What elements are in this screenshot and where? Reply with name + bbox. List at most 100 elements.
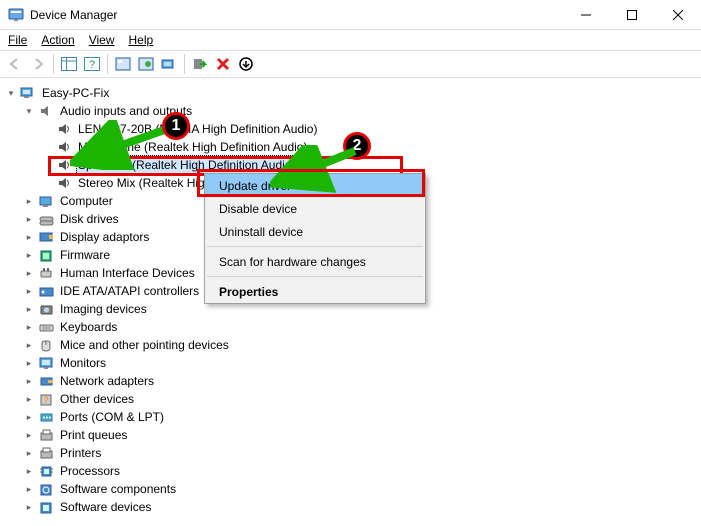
tree-category[interactable]: ▸ Mice and other pointing devices — [4, 336, 697, 354]
tree-category-label: Disk drives — [58, 210, 121, 228]
tree-category[interactable]: ▸ Keyboards — [4, 318, 697, 336]
close-button[interactable] — [655, 0, 701, 29]
tree-category[interactable]: ▸ Processors — [4, 462, 697, 480]
category-icon — [38, 193, 54, 209]
expand-icon[interactable]: ▸ — [22, 248, 36, 262]
speaker-icon — [38, 103, 54, 119]
expand-icon[interactable]: ▸ — [22, 230, 36, 244]
expand-icon[interactable]: ▸ — [22, 374, 36, 388]
expand-icon[interactable]: ▸ — [22, 266, 36, 280]
show-hide-tree-button[interactable] — [58, 53, 80, 75]
tree-category-label: Processors — [58, 462, 122, 480]
expand-icon[interactable]: ▸ — [22, 464, 36, 478]
toolbar-separator — [184, 54, 185, 74]
context-menu-uninstall-device[interactable]: Uninstall device — [205, 220, 425, 243]
expand-icon[interactable]: ▸ — [22, 482, 36, 496]
context-menu-item-label: Uninstall device — [219, 225, 303, 239]
category-icon — [38, 337, 54, 353]
category-icon — [38, 211, 54, 227]
tree-category[interactable]: ▸ Software components — [4, 480, 697, 498]
annotation-badge-1: 1 — [162, 112, 190, 140]
context-menu-update-driver[interactable]: Update driver — [205, 174, 425, 197]
expand-icon[interactable]: ▸ — [22, 284, 36, 298]
tree-category[interactable]: ▸Software devices — [4, 498, 697, 516]
menu-view[interactable]: View — [89, 33, 115, 47]
context-menu-item-label: Disable device — [219, 202, 297, 216]
expand-icon[interactable]: ▸ — [22, 356, 36, 370]
help-button[interactable]: ? — [81, 53, 103, 75]
expand-icon[interactable]: ▸ — [22, 212, 36, 226]
computer-icon — [20, 85, 36, 101]
tree-category[interactable]: ▸ Ports (COM & LPT) — [4, 408, 697, 426]
tree-category[interactable]: ▸ Print queues — [4, 426, 697, 444]
expand-icon[interactable]: ▸ — [22, 500, 36, 514]
scan-hardware-button[interactable] — [158, 53, 180, 75]
tree-category-label: Mice and other pointing devices — [58, 336, 231, 354]
tree-category-label: Imaging devices — [58, 300, 149, 318]
context-menu-scan-hardware[interactable]: Scan for hardware changes — [205, 250, 425, 273]
tree-category[interactable]: ▸Printers — [4, 444, 697, 462]
svg-text:?: ? — [89, 59, 95, 71]
expand-icon[interactable]: ▸ — [22, 446, 36, 460]
tree-category-label: IDE ATA/ATAPI controllers — [58, 282, 201, 300]
tree-root[interactable]: ▾ Easy-PC-Fix — [4, 84, 697, 102]
expand-icon[interactable]: ▸ — [22, 392, 36, 406]
context-menu-properties[interactable]: Properties — [205, 280, 425, 303]
expand-icon[interactable]: ▸ — [22, 320, 36, 334]
annotation-badge-2: 2 — [343, 132, 371, 160]
expand-icon[interactable]: ▸ — [22, 410, 36, 424]
uninstall-device-button[interactable] — [212, 53, 234, 75]
disable-device-button[interactable] — [235, 53, 257, 75]
enable-device-button[interactable] — [189, 53, 211, 75]
menu-action[interactable]: Action — [41, 33, 74, 47]
collapse-icon[interactable]: ▾ — [22, 104, 36, 118]
tree-category[interactable]: ▸ Monitors — [4, 354, 697, 372]
expand-icon[interactable]: ▸ — [22, 338, 36, 352]
category-icon — [38, 283, 54, 299]
properties-button[interactable] — [112, 53, 134, 75]
tree-category[interactable]: ▸ Network adapters — [4, 372, 697, 390]
menu-help[interactable]: Help — [129, 33, 154, 47]
category-icon — [38, 229, 54, 245]
tree-device-label: Microphone (Realtek High Definition Audi… — [76, 138, 309, 156]
context-menu-item-label: Properties — [219, 285, 278, 299]
speaker-icon — [56, 175, 72, 191]
maximize-button[interactable] — [609, 0, 655, 29]
category-icon — [38, 265, 54, 281]
toolbar: ? — [0, 50, 701, 78]
app-icon — [8, 7, 24, 23]
category-icon — [38, 301, 54, 317]
expand-icon[interactable]: ▸ — [22, 428, 36, 442]
window-title: Device Manager — [30, 8, 563, 22]
tree-category-label: Print queues — [58, 426, 129, 444]
tree-category-audio[interactable]: ▾ Audio inputs and outputs — [4, 102, 697, 120]
tree-category-label: Keyboards — [58, 318, 119, 336]
update-driver-button[interactable] — [135, 53, 157, 75]
toolbar-separator — [53, 54, 54, 74]
context-menu-disable-device[interactable]: Disable device — [205, 197, 425, 220]
tree-category[interactable]: ▸?Other devices — [4, 390, 697, 408]
category-icon: ? — [38, 391, 54, 407]
tree-category-label: Display adaptors — [58, 228, 151, 246]
context-menu-separator — [207, 246, 423, 247]
category-icon — [38, 355, 54, 371]
menu-file[interactable]: File — [8, 33, 27, 47]
tree-category-label: Monitors — [58, 354, 108, 372]
category-icon — [38, 463, 54, 479]
back-button[interactable] — [4, 53, 26, 75]
collapse-icon[interactable]: ▾ — [4, 86, 18, 100]
tree-root-label: Easy-PC-Fix — [40, 84, 111, 102]
category-icon — [38, 481, 54, 497]
forward-button[interactable] — [27, 53, 49, 75]
category-icon — [38, 427, 54, 443]
toolbar-separator — [107, 54, 108, 74]
tree-category-label: Ports (COM & LPT) — [58, 408, 166, 426]
tree-device-label: Speakers (Realtek High Definition Audio) — [76, 155, 297, 175]
expand-icon[interactable]: ▸ — [22, 302, 36, 316]
window-controls — [563, 0, 701, 29]
tree-device-label: LEN D27-20B (NVIDIA High Definition Audi… — [76, 120, 319, 138]
expand-icon[interactable]: ▸ — [22, 194, 36, 208]
tree-category-label: Network adapters — [58, 372, 156, 390]
minimize-button[interactable] — [563, 0, 609, 29]
tree-category-label: Software components — [58, 480, 178, 498]
